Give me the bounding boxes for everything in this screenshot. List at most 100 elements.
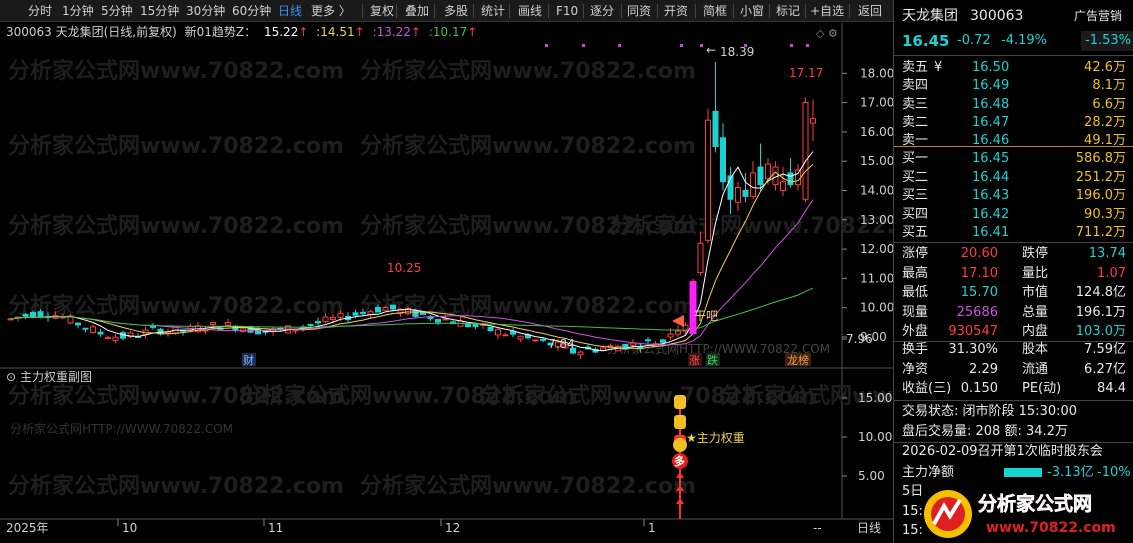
mid-high-label: 10.25 bbox=[387, 261, 421, 275]
tab-daily[interactable]: 日线 bbox=[278, 3, 302, 20]
notice-row[interactable]: 2026-02-09召开第1次临时股东会 bbox=[894, 442, 1133, 462]
more-menu[interactable]: 更多 〉 bbox=[311, 3, 351, 20]
sell-level-2[interactable]: 卖二 16.47 28.2万 bbox=[894, 113, 1133, 133]
level-label: 买四 bbox=[902, 206, 929, 222]
buy-level-1[interactable]: 买一 16.45 586.8万 bbox=[894, 149, 1133, 169]
stat-value: 0.150 bbox=[960, 381, 998, 396]
watermark-text: 分析家公式网www.70822.com bbox=[360, 473, 696, 499]
candle-body bbox=[375, 306, 381, 313]
sector-pct: -1.53% bbox=[1081, 31, 1133, 51]
candle-body bbox=[645, 339, 651, 342]
level-volume: 6.6万 bbox=[1092, 96, 1126, 112]
sell-level-5[interactable]: 卖五 ¥16.50 42.6万 bbox=[894, 58, 1133, 78]
price-pct: -4.19% bbox=[1001, 33, 1047, 48]
tab-15min[interactable]: 15分钟 bbox=[140, 3, 179, 20]
level-volume: 251.2万 bbox=[1075, 169, 1126, 185]
buy-level-2[interactable]: 买二 16.44 251.2万 bbox=[894, 168, 1133, 188]
stat-label: 涨停 bbox=[902, 246, 929, 261]
signal-dot bbox=[700, 44, 703, 47]
multi-stock-button[interactable]: 多股 bbox=[444, 3, 468, 20]
candle-body bbox=[322, 316, 329, 323]
candle-body bbox=[360, 311, 366, 314]
signal-dot bbox=[680, 44, 683, 47]
stat-row: 最低 15.70 市值 124.8亿 bbox=[894, 283, 1133, 303]
level-volume: 42.6万 bbox=[1084, 60, 1126, 75]
level-label: 卖四 bbox=[902, 78, 929, 94]
notice-text[interactable]: 2026-02-09召开第1次临时股东会 bbox=[902, 442, 1103, 462]
candle-body bbox=[802, 102, 809, 200]
buy-level-5[interactable]: 买五 16.41 711.2万 bbox=[894, 223, 1133, 243]
stat-value: 103.0万 bbox=[1075, 324, 1126, 339]
tab-1min[interactable]: 1分钟 bbox=[62, 3, 94, 20]
sell-level-3[interactable]: 卖三 16.48 6.6万 bbox=[894, 95, 1133, 115]
after-hours: 盘后交易量: 208 额: 34.2万 bbox=[894, 422, 1133, 442]
jiankuang-button[interactable]: 简框 bbox=[703, 3, 727, 20]
stat-value: 17.10 bbox=[960, 265, 998, 281]
candle-body bbox=[150, 325, 156, 328]
mark-button[interactable]: 标记 bbox=[776, 3, 800, 20]
add-watchlist-button[interactable]: +自选 bbox=[810, 3, 844, 20]
stat-label: 流通 bbox=[1022, 361, 1049, 377]
buy-level-3[interactable]: 买三 16.43 196.0万 bbox=[894, 186, 1133, 206]
sell-level-4[interactable]: 卖四 16.49 8.1万 bbox=[894, 76, 1133, 96]
back-button[interactable]: 返回 bbox=[858, 3, 882, 20]
stat-row: 最高 17.10 量比 1.07 bbox=[894, 264, 1133, 284]
sector-tag[interactable]: 广告营销 bbox=[1074, 6, 1122, 26]
tab-60min[interactable]: 60分钟 bbox=[232, 3, 271, 20]
toolbar-divider bbox=[473, 4, 474, 18]
date-axis-label: 1 bbox=[648, 521, 656, 535]
sub-axis-label: 10.00 bbox=[858, 430, 892, 444]
stat-row: 换手 31.30% 股本 7.59亿 bbox=[894, 340, 1133, 360]
yen-icon: ¥ bbox=[934, 60, 943, 75]
toolbar-divider bbox=[805, 4, 806, 18]
price-axis-label: 13.00 bbox=[860, 213, 893, 227]
signal-dot bbox=[618, 44, 621, 47]
longhu-badge: 龙榜 bbox=[787, 353, 809, 367]
candle-body bbox=[517, 335, 524, 340]
date-axis-label: 11 bbox=[268, 521, 283, 535]
candle-body bbox=[82, 327, 89, 330]
level-volume: 586.8万 bbox=[1075, 151, 1126, 166]
f10-button[interactable]: F10 bbox=[556, 3, 578, 20]
level-volume: 196.0万 bbox=[1075, 188, 1126, 203]
kaizi-button[interactable]: 开资 bbox=[664, 3, 688, 20]
draw-button[interactable]: 画线 bbox=[518, 3, 542, 20]
candle-body bbox=[667, 333, 674, 338]
level-price: 16.48 bbox=[972, 96, 1010, 112]
tab-fenshi[interactable]: 分时 bbox=[28, 3, 52, 20]
candle-body bbox=[742, 190, 749, 197]
overlay-button[interactable]: 叠加 bbox=[405, 3, 429, 20]
stat-label: 量比 bbox=[1022, 265, 1049, 281]
stat-value: 7.59亿 bbox=[1084, 342, 1126, 357]
toolbar-divider bbox=[621, 4, 622, 18]
stat-value: 124.8亿 bbox=[1075, 285, 1126, 300]
level-price: 16.50 bbox=[972, 60, 1010, 75]
mini-window-button[interactable]: 小窗 bbox=[740, 3, 764, 20]
candle-body bbox=[472, 323, 479, 328]
stat-value: 25686 bbox=[956, 304, 998, 320]
quote-panel: 天龙集团 300063 广告营销 16.45 -0.72 -4.19% -1.5… bbox=[893, 0, 1133, 543]
candle-body bbox=[112, 336, 119, 341]
tab-5min[interactable]: 5分钟 bbox=[101, 3, 133, 20]
zhufen-button[interactable]: 逐分 bbox=[590, 3, 614, 20]
level-label: 卖二 bbox=[902, 114, 929, 130]
stock-name: 天龙集团 bbox=[902, 8, 958, 24]
price-change: -0.72 bbox=[957, 33, 991, 48]
buy-level-4[interactable]: 买四 16.42 90.3万 bbox=[894, 205, 1133, 225]
toolbar-divider bbox=[509, 4, 510, 18]
date-scroll-icon: -- bbox=[813, 521, 822, 535]
arrow-up-icon: ↑ bbox=[298, 25, 309, 39]
level-label: 买五 bbox=[902, 225, 929, 240]
tab-30min[interactable]: 30分钟 bbox=[186, 3, 225, 20]
stat-row: 净资 2.29 流通 6.27亿 bbox=[894, 360, 1133, 380]
tongzi-button[interactable]: 同资 bbox=[627, 3, 651, 20]
kline-chart[interactable]: 分析家公式网www.70822.com 分析家公式网www.70822.com 分析… bbox=[0, 23, 893, 543]
level-volume: 711.2万 bbox=[1075, 225, 1126, 240]
candle-body bbox=[307, 323, 314, 326]
stats-button[interactable]: 统计 bbox=[481, 3, 505, 20]
sub-axis-label: 15.00 bbox=[858, 391, 892, 405]
stat-label: 最高 bbox=[902, 265, 929, 281]
fuquan-button[interactable]: 复权 bbox=[370, 3, 394, 20]
toolbar-divider bbox=[695, 4, 696, 18]
period-button[interactable]: 日线 bbox=[857, 521, 881, 535]
